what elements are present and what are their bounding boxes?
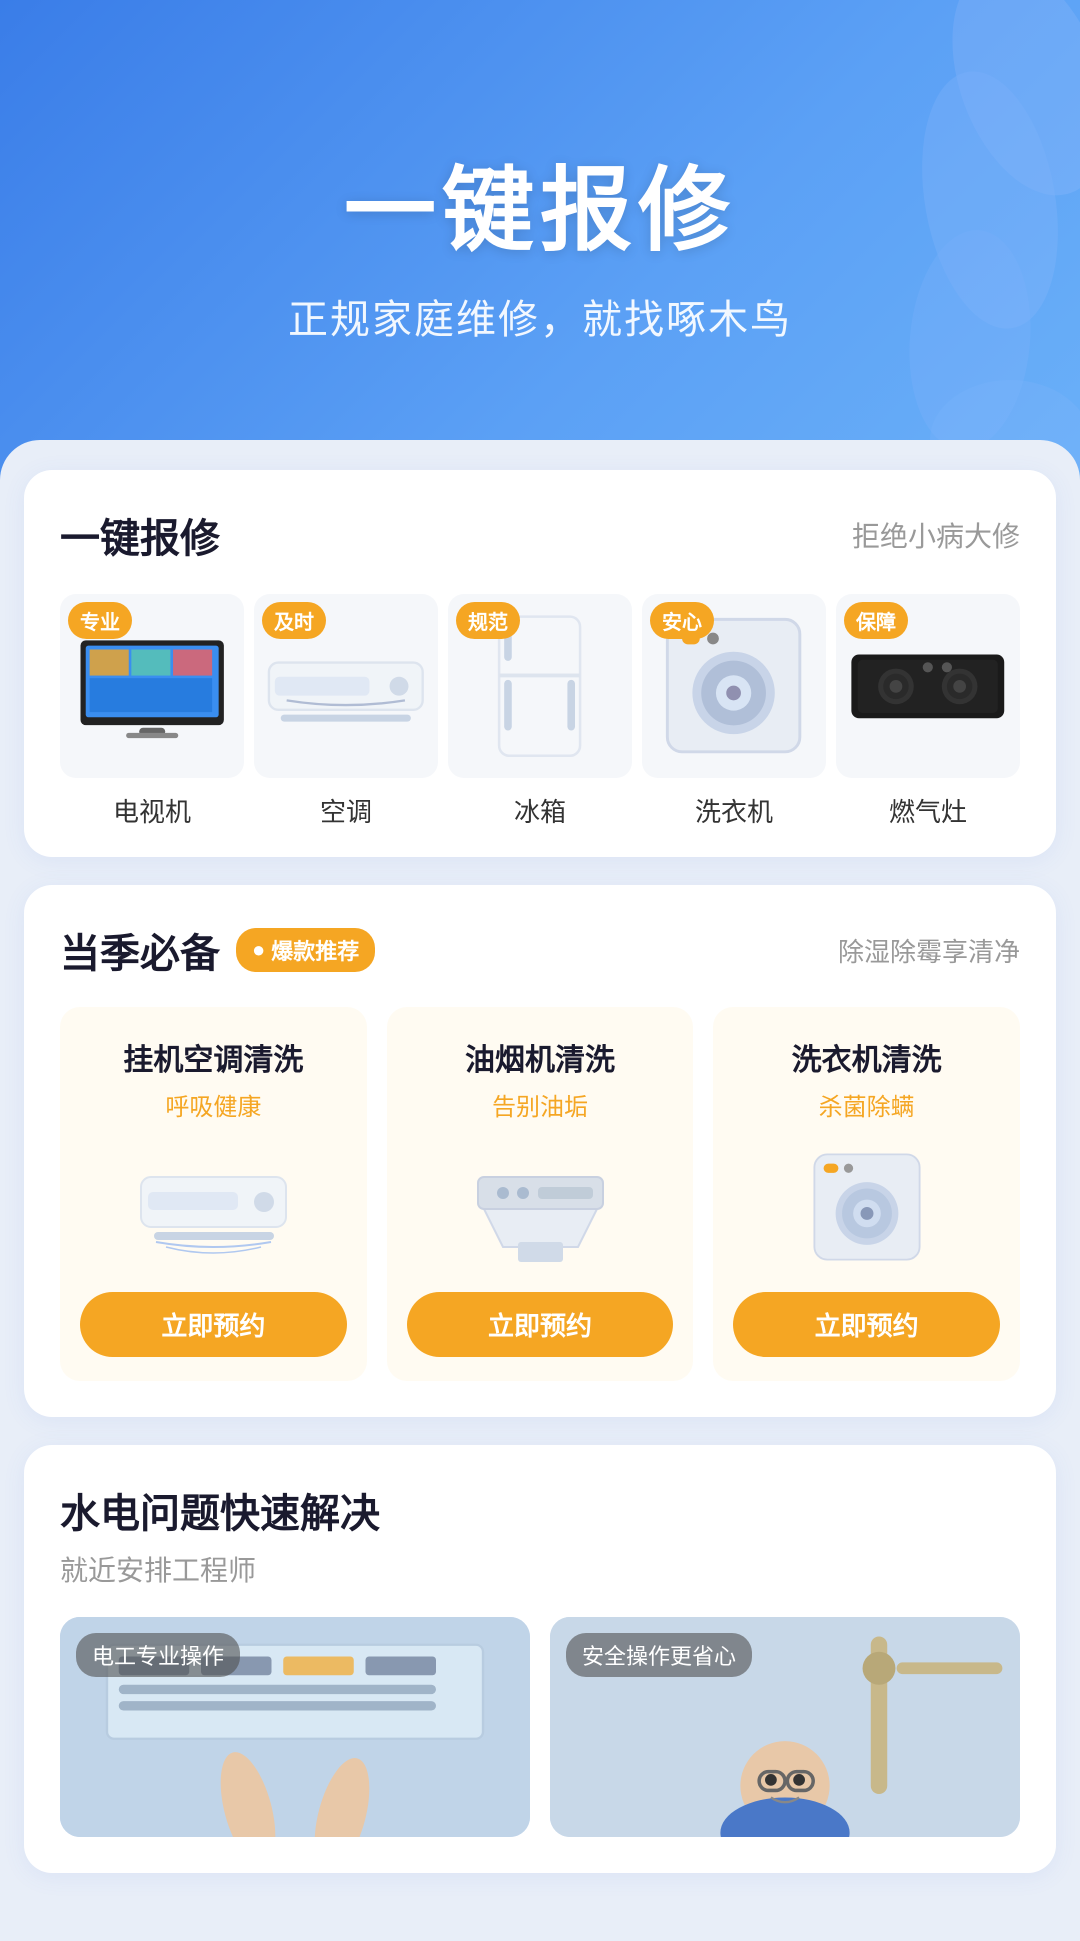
book-btn-washer-clean[interactable]: 立即预约	[733, 1292, 1000, 1357]
appliance-item-washer[interactable]: 安心 洗衣机	[642, 594, 826, 829]
hood-icon	[463, 1147, 618, 1267]
service-name-ac-clean: 挂机空调清洗	[123, 1035, 303, 1079]
appliance-label-tv: 电视机	[113, 792, 191, 829]
appliance-item-stove[interactable]: 保障 燃气灶	[836, 594, 1020, 829]
appliance-item-tv[interactable]: 专业 电视机	[60, 594, 244, 829]
quick-repair-subtitle: 拒绝小病大修	[852, 515, 1020, 555]
book-btn-hood-clean[interactable]: 立即预约	[407, 1292, 674, 1357]
stove-icon	[845, 622, 1011, 751]
appliance-badge-ac: 及时	[262, 602, 326, 639]
ac-clean-icon	[136, 1147, 291, 1267]
seasonal-title: 当季必备	[60, 921, 220, 979]
service-img-washer-clean	[787, 1142, 947, 1272]
quick-repair-header: 一键报修 拒绝小病大修	[60, 506, 1020, 564]
we-title: 水电问题快速解决	[60, 1481, 1020, 1539]
service-img-hood-clean	[460, 1142, 620, 1272]
plumber-label: 安全操作更省心	[566, 1633, 752, 1677]
water-electric-section: 水电问题快速解决 就近安排工程师	[24, 1445, 1056, 1873]
seasonal-title-group: 当季必备 ● 爆款推荐	[60, 921, 375, 979]
appliance-item-ac[interactable]: 及时 空调	[254, 594, 438, 829]
electrician-label: 电工专业操作	[76, 1633, 240, 1677]
appliance-badge-tv: 专业	[68, 602, 132, 639]
service-name-hood-clean: 油烟机清洗	[465, 1035, 615, 1079]
appliance-img-stove: 保障	[836, 594, 1020, 778]
service-desc-ac-clean: 呼吸健康	[165, 1087, 261, 1122]
seasonal-header: 当季必备 ● 爆款推荐 除湿除霉享清净	[60, 921, 1020, 979]
service-desc-hood-clean: 告别油垢	[492, 1087, 588, 1122]
service-item-washer-clean[interactable]: 洗衣机清洗 杀菌除螨 立即预约	[713, 1007, 1020, 1381]
service-grid: 挂机空调清洗 呼吸健康 立即预约 油烟机清洗	[60, 1007, 1020, 1381]
appliance-grid: 专业 电视机 及时	[60, 594, 1020, 829]
hero-subtitle: 正规家庭维修，就找啄木鸟	[288, 287, 792, 345]
service-name-washer-clean: 洗衣机清洗	[792, 1035, 942, 1079]
we-images: 电工专业操作	[60, 1617, 1020, 1837]
appliance-item-fridge[interactable]: 规范 冰箱	[448, 594, 632, 829]
appliance-badge-fridge: 规范	[456, 602, 520, 639]
plumber-image: 安全操作更省心	[550, 1617, 1020, 1837]
we-img-plumber[interactable]: 安全操作更省心	[550, 1617, 1020, 1837]
washer-clean-icon	[802, 1147, 932, 1267]
quick-repair-title: 一键报修	[60, 506, 220, 564]
hero-section: 一键报修 正规家庭维修，就找啄木鸟	[0, 0, 1080, 480]
service-item-hood-clean[interactable]: 油烟机清洗 告别油垢 立即预约	[387, 1007, 694, 1381]
electrician-image: 电工专业操作	[60, 1617, 530, 1837]
ac-icon	[263, 631, 429, 741]
seasonal-right: 除湿除霉享清净	[838, 932, 1020, 969]
service-img-ac-clean	[133, 1142, 293, 1272]
appliance-label-stove: 燃气灶	[889, 792, 967, 829]
main-content: 一键报修 拒绝小病大修 专业	[0, 440, 1080, 1941]
service-desc-washer-clean: 杀菌除螨	[819, 1087, 915, 1122]
quick-repair-card: 一键报修 拒绝小病大修 专业	[24, 470, 1056, 857]
we-img-electrician[interactable]: 电工专业操作	[60, 1617, 530, 1837]
appliance-badge-washer: 安心	[650, 602, 714, 639]
hero-title: 一键报修	[344, 136, 736, 269]
appliance-badge-stove: 保障	[844, 602, 908, 639]
seasonal-card: 当季必备 ● 爆款推荐 除湿除霉享清净 挂机空调清洗 呼吸健康	[24, 885, 1056, 1417]
we-subtitle: 就近安排工程师	[60, 1549, 1020, 1589]
hot-badge: ● 爆款推荐	[236, 928, 375, 972]
book-btn-ac-clean[interactable]: 立即预约	[80, 1292, 347, 1357]
appliance-label-ac: 空调	[320, 792, 372, 829]
hero-hand-decoration	[690, 0, 1080, 480]
appliance-img-washer: 安心	[642, 594, 826, 778]
appliance-img-tv: 专业	[60, 594, 244, 778]
appliance-label-washer: 洗衣机	[695, 792, 773, 829]
dot-icon: ●	[252, 937, 265, 963]
appliance-label-fridge: 冰箱	[514, 792, 566, 829]
service-item-ac-clean[interactable]: 挂机空调清洗 呼吸健康 立即预约	[60, 1007, 367, 1381]
appliance-img-ac: 及时	[254, 594, 438, 778]
appliance-img-fridge: 规范	[448, 594, 632, 778]
